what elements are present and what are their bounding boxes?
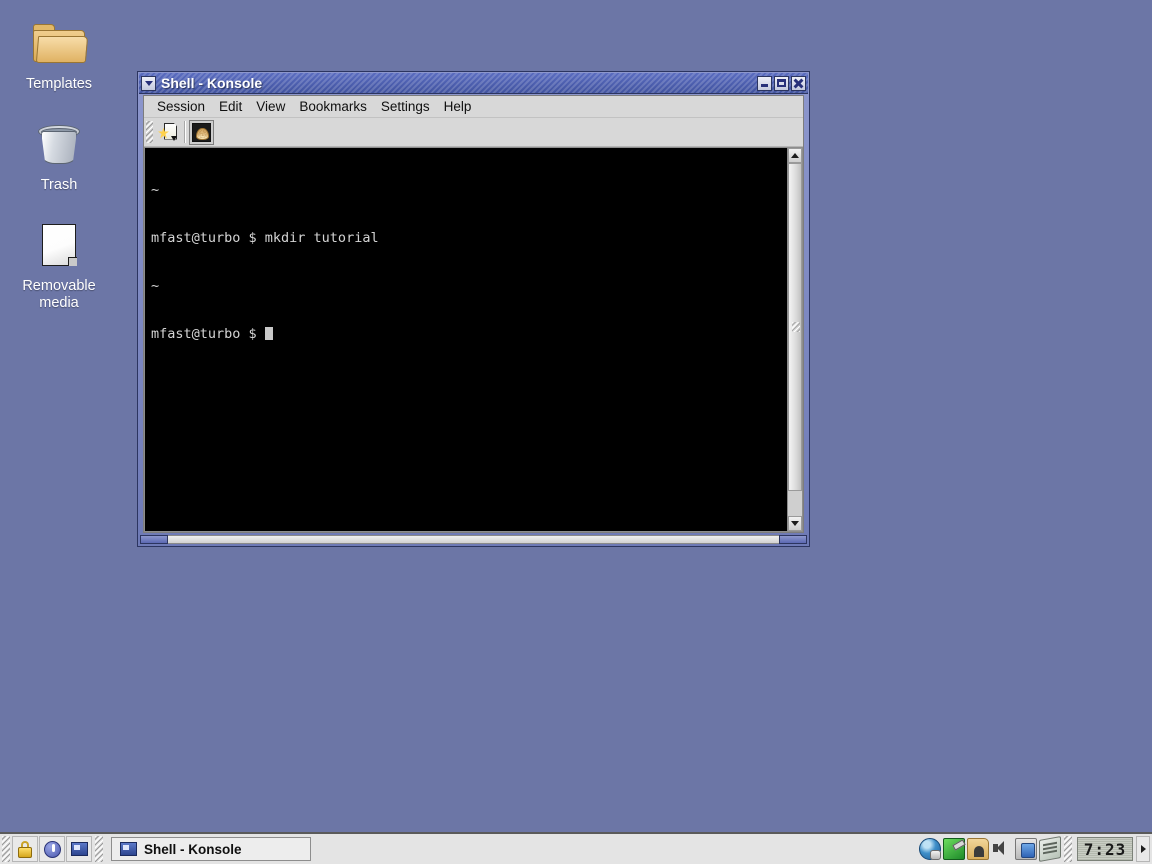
new-session-button[interactable] [156,120,181,145]
resize-handle-bottom-left[interactable] [140,535,168,544]
task-button-label: Shell - Konsole [144,841,242,857]
chevron-down-icon [144,80,153,86]
close-button[interactable] [791,75,806,91]
terminal-prompt: mfast@turbo $ [151,326,265,342]
volume-tray-icon[interactable] [991,838,1013,860]
terminal-scrollbar[interactable] [787,147,803,532]
terminal-line: mfast@turbo $ mkdir tutorial [151,230,379,246]
resize-handle-bottom-right[interactable] [779,535,807,544]
menu-bar: Session Edit View Bookmarks Settings Hel… [144,96,803,117]
power-icon [43,840,61,858]
trash-icon [29,115,89,173]
lock-screen-button[interactable] [12,836,38,862]
taskbar-drag-handle[interactable] [2,836,10,862]
scrollbar-grip-icon [792,322,800,333]
new-session-icon [158,122,178,142]
close-icon [793,78,804,89]
terminal-lines: ~ mfast@turbo $ mkdir tutorial ~ mfast@t… [151,150,787,374]
removable-media-icon [29,216,89,274]
menu-item-view[interactable]: View [249,97,292,116]
logout-button[interactable] [39,836,65,862]
package-tray-icon[interactable] [943,838,965,860]
menu-item-settings[interactable]: Settings [374,97,437,116]
maximize-button[interactable] [774,75,789,91]
taskbar-expand-button[interactable] [1136,836,1150,862]
desktop-icon-label: Trash [40,177,78,193]
lock-icon [17,840,33,858]
arrow-down-icon [791,521,799,526]
tray-drag-handle[interactable] [1064,836,1072,862]
menu-item-edit[interactable]: Edit [212,97,249,116]
terminal-launcher-button[interactable] [66,836,92,862]
scroll-down-button[interactable] [788,516,802,531]
terminal-area: ~ mfast@turbo $ mkdir tutorial ~ mfast@t… [144,146,803,532]
task-button-shell-konsole[interactable]: Shell - Konsole [111,837,311,861]
scroll-up-button[interactable] [788,148,802,163]
network-tray-icon[interactable] [919,838,941,860]
scrollbar-thumb[interactable] [788,163,802,492]
mixer-tray-icon[interactable] [1015,838,1037,860]
shell-icon [192,122,211,142]
screen-icon [70,842,88,856]
screen-icon [120,842,137,856]
maximize-icon [777,79,786,87]
desktop-icon-list: Templates Trash Removable media [0,0,120,312]
clock[interactable]: 7:23 [1077,837,1133,861]
window-client-area: Session Edit View Bookmarks Settings Hel… [143,95,804,533]
system-tray: 7:23 [918,833,1152,864]
konsole-window: Shell - Konsole Session Edit View Bookma… [137,71,810,547]
terminal-line: ~ [151,182,160,198]
terminal-line: ~ [151,278,160,294]
taskbar: Shell - Konsole 7:23 [0,832,1152,864]
device-tray-icon[interactable] [1039,836,1061,862]
tool-bar [144,117,803,146]
clock-time: 7:23 [1083,839,1127,859]
desktop-icon-label: Templates [25,76,93,92]
shell-session-button[interactable] [189,119,214,145]
home-folder-tray-icon[interactable] [967,838,989,860]
menu-item-session[interactable]: Session [150,97,212,116]
minimize-button[interactable] [757,75,772,91]
terminal-cursor [264,327,273,340]
window-title-bar[interactable]: Shell - Konsole [139,73,808,94]
window-menu-button[interactable] [141,75,156,91]
window-title: Shell - Konsole [161,75,263,91]
chevron-right-icon [1140,845,1146,853]
menu-item-bookmarks[interactable]: Bookmarks [292,97,374,116]
desktop-icon-templates[interactable]: Templates [0,14,118,93]
desktop-icon-label: Removable media [22,278,96,311]
window-bottom-bar [143,535,804,544]
toolbar-drag-handle[interactable] [146,121,153,143]
menu-item-help[interactable]: Help [437,97,479,116]
toolbar-separator [184,121,186,143]
terminal-output[interactable]: ~ mfast@turbo $ mkdir tutorial ~ mfast@t… [144,147,787,532]
minimize-icon [761,84,768,87]
folder-icon [29,14,89,72]
desktop-icon-trash[interactable]: Trash [0,115,118,194]
arrow-up-icon [791,153,799,158]
taskbar-section-handle[interactable] [95,836,103,862]
scrollbar-track[interactable] [788,163,802,516]
desktop-icon-removable-media[interactable]: Removable media [0,216,118,312]
